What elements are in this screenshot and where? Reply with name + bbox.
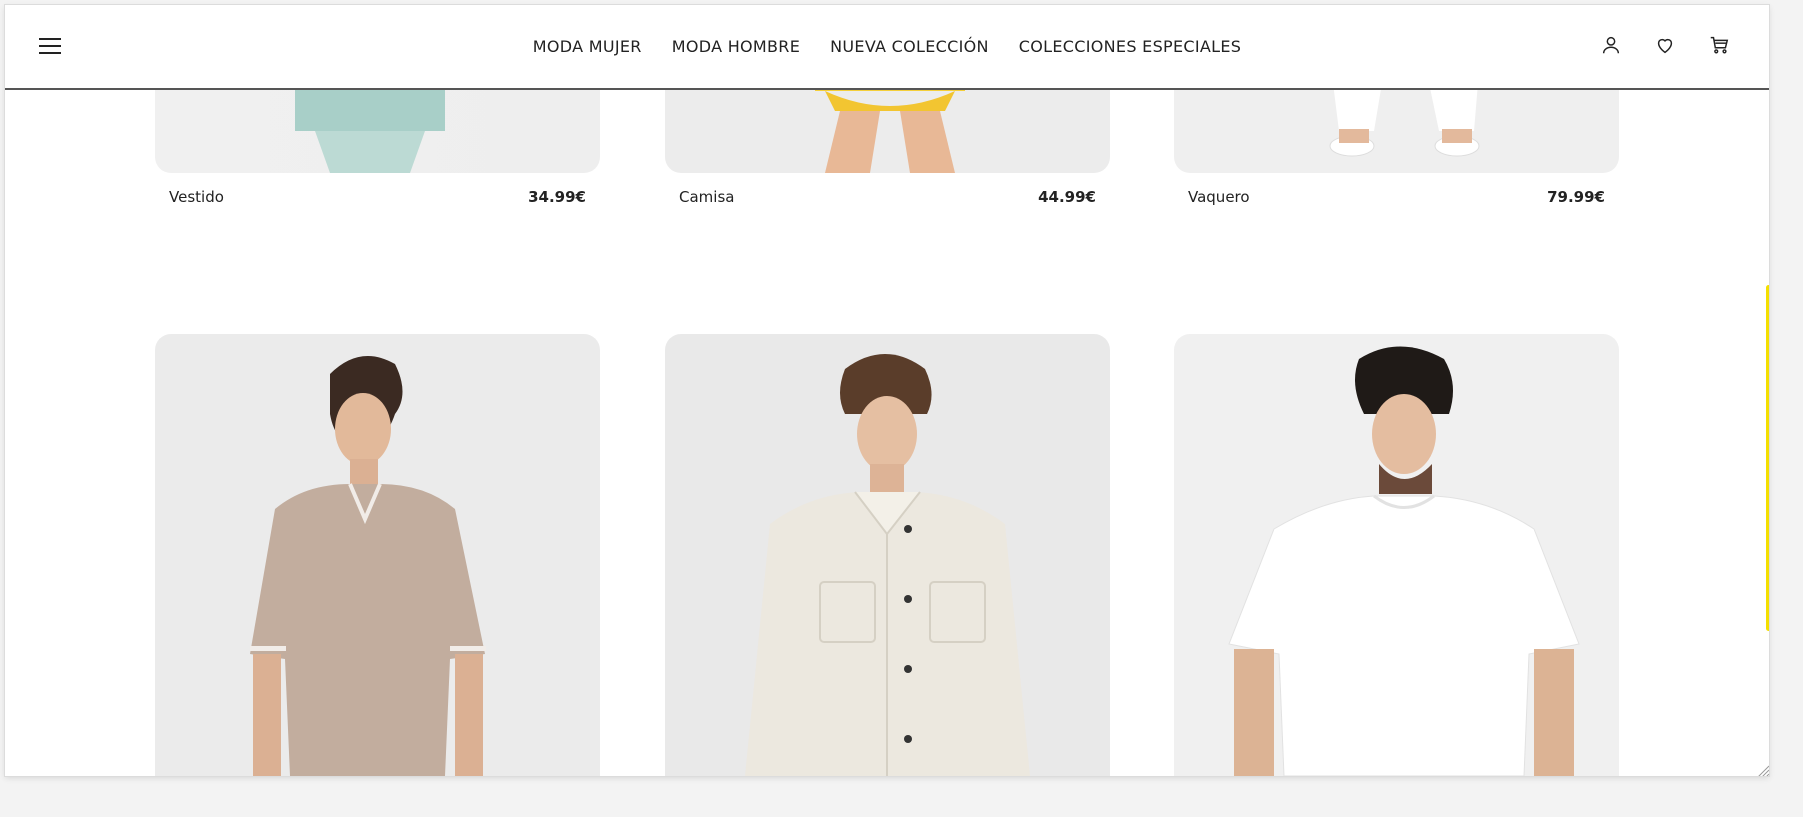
scroll-highlight	[1766, 285, 1769, 631]
nav-colecciones-especiales[interactable]: COLECCIONES ESPECIALES	[1019, 37, 1241, 56]
resize-grip-icon[interactable]	[1757, 765, 1769, 776]
site-header: MODA MUJER MODA HOMBRE NUEVA COLECCIÓN C…	[5, 5, 1769, 90]
product-name: Vestido	[169, 188, 224, 206]
product-name: Vaquero	[1188, 188, 1250, 206]
nav-nueva-coleccion[interactable]: NUEVA COLECCIÓN	[830, 37, 989, 56]
browser-viewport: MODA MUJER MODA HOMBRE NUEVA COLECCIÓN C…	[5, 5, 1769, 776]
product-card[interactable]	[1174, 334, 1619, 776]
product-image-camiseta[interactable]	[1174, 334, 1619, 776]
header-actions	[1599, 33, 1731, 57]
product-image-polo[interactable]	[155, 334, 600, 776]
user-icon[interactable]	[1599, 33, 1623, 57]
heart-icon[interactable]	[1653, 33, 1677, 57]
product-price: 44.99€	[1038, 188, 1096, 206]
main-nav: MODA MUJER MODA HOMBRE NUEVA COLECCIÓN C…	[5, 5, 1769, 88]
product-image-sobrecamisa[interactable]	[665, 334, 1110, 776]
product-price: 79.99€	[1547, 188, 1605, 206]
product-name: Camisa	[679, 188, 735, 206]
product-card[interactable]	[665, 334, 1110, 776]
product-price: 34.99€	[528, 188, 586, 206]
nav-moda-hombre[interactable]: MODA HOMBRE	[672, 37, 800, 56]
nav-moda-mujer[interactable]: MODA MUJER	[533, 37, 642, 56]
cart-icon[interactable]	[1707, 33, 1731, 57]
product-card[interactable]	[155, 334, 600, 776]
